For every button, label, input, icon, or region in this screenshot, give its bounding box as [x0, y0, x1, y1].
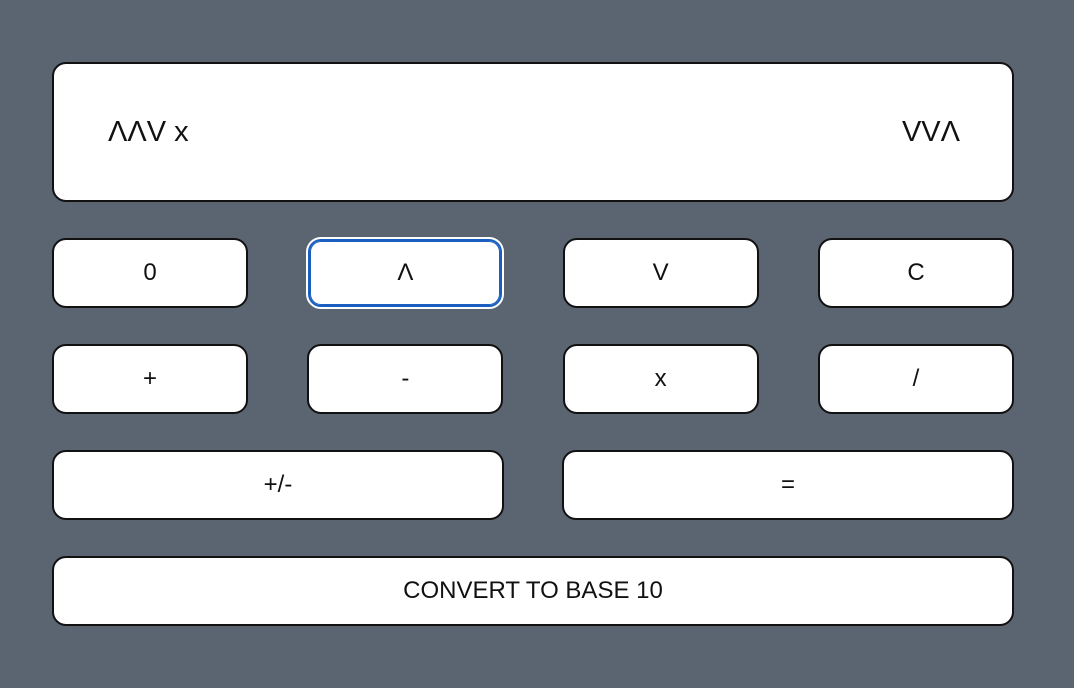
keypad-row-4: CONVERT TO BASE 10: [52, 556, 1014, 626]
subtract-button[interactable]: -: [307, 344, 504, 414]
keypad-row-3: +/- =: [52, 450, 1014, 520]
keypad-row-1: 0 Λ V C: [52, 237, 1014, 309]
calculator-display: ΛΛV x VVΛ: [52, 62, 1014, 202]
convert-to-base-10-button[interactable]: CONVERT TO BASE 10: [52, 556, 1014, 626]
keypad-row-2: + - x /: [52, 344, 1014, 414]
negate-button[interactable]: +/-: [52, 450, 504, 520]
divide-button[interactable]: /: [817, 344, 1014, 414]
display-expression: ΛΛV x: [108, 115, 189, 148]
clear-button[interactable]: C: [817, 238, 1014, 308]
calculator: ΛΛV x VVΛ 0 Λ V C + - x / +/- = CONVERT …: [52, 62, 1014, 626]
add-button[interactable]: +: [52, 344, 248, 414]
digit-v-button[interactable]: V: [562, 238, 759, 308]
digit-0-button[interactable]: 0: [52, 238, 248, 308]
equals-button[interactable]: =: [562, 450, 1014, 520]
multiply-button[interactable]: x: [562, 344, 759, 414]
digit-lambda-button[interactable]: Λ: [306, 237, 505, 309]
display-current-value: VVΛ: [901, 115, 960, 148]
